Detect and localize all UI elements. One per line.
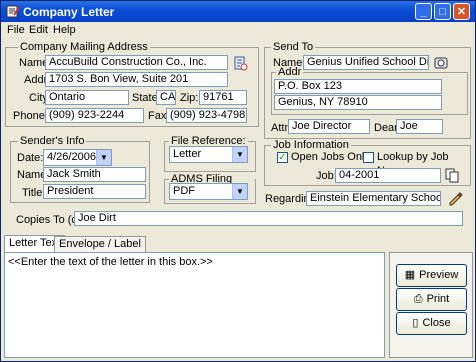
edit-pen-icon[interactable] <box>447 190 463 206</box>
sender-date-label: Date: <box>17 152 44 164</box>
adms-value: PDF <box>173 185 195 197</box>
window-title: Company Letter <box>23 5 115 19</box>
sendto-name-field[interactable]: Genius Unified School District <box>303 55 429 70</box>
menu-edit[interactable]: Edit <box>29 24 48 36</box>
door-icon: ▯ <box>412 317 419 329</box>
close-icon: ✕ <box>456 6 467 18</box>
print-button-label: Print <box>426 293 450 305</box>
title-bar[interactable]: Company Letter _ □ ✕ <box>1 1 475 22</box>
sender-title-label: Title: <box>22 187 46 199</box>
preview-icon: ▦ <box>404 269 416 281</box>
minimize-icon: _ <box>420 6 427 18</box>
letter-text-area[interactable]: <<Enter the text of the letter in this b… <box>4 252 385 358</box>
company-zip-field[interactable]: 91761 <box>199 90 247 105</box>
company-state-field[interactable]: CA <box>156 90 176 105</box>
company-letter-window: Company Letter _ □ ✕ File Edit Help Comp… <box>0 0 476 362</box>
contact-lookup-icon[interactable] <box>433 55 449 71</box>
sendto-addr-line1[interactable]: P.O. Box 123 <box>274 79 442 94</box>
company-city-field[interactable]: Ontario <box>45 90 129 105</box>
company-phone-label: Phone: <box>13 110 48 122</box>
chevron-down-icon[interactable]: ▼ <box>232 184 247 199</box>
dear-field[interactable]: Joe <box>396 119 443 134</box>
copies-to-field[interactable]: Joe Dirt <box>74 211 463 226</box>
regarding-field[interactable]: Einstein Elementary School <box>306 191 441 206</box>
maximize-icon: □ <box>439 6 446 18</box>
menu-bar: File Edit Help <box>1 22 475 38</box>
sendto-addr-line2[interactable]: Genius, NY 78910 <box>274 95 442 110</box>
close-window-button[interactable]: ✕ <box>453 3 470 20</box>
adms-select[interactable]: PDF ▼ <box>169 183 248 200</box>
chevron-down-icon[interactable]: ▼ <box>232 147 247 162</box>
file-reference-select[interactable]: Letter ▼ <box>169 146 248 163</box>
app-icon <box>5 4 20 19</box>
chevron-down-icon[interactable]: ▼ <box>96 150 111 165</box>
preview-button[interactable]: ▦ Preview <box>396 264 467 287</box>
open-jobs-label: Open Jobs Only <box>291 151 370 163</box>
minimize-button[interactable]: _ <box>415 3 432 20</box>
senders-info-label: Sender's Info <box>18 135 87 147</box>
sender-title-field[interactable]: President <box>43 184 146 199</box>
action-panel: ▦ Preview ⎙ Print ▯ Close <box>389 252 473 358</box>
close-button-label: Close <box>422 317 451 329</box>
tab-envelope-label[interactable]: Envelope / Label <box>54 236 146 253</box>
sender-date-picker[interactable]: 4/26/2006 ▼ <box>43 149 112 166</box>
company-name-field[interactable]: AccuBuild Construction Co., Inc. <box>45 55 228 70</box>
send-to-label: Send To <box>271 41 316 53</box>
lookup-by-name-checkbox[interactable] <box>363 152 374 163</box>
company-zip-label: Zip: <box>180 92 199 104</box>
preview-button-label: Preview <box>419 269 459 281</box>
attn-field[interactable]: Joe Director <box>288 119 370 134</box>
company-mailing-label: Company Mailing Address <box>18 41 150 53</box>
printer-icon: ⎙ <box>413 293 423 305</box>
sender-name-field[interactable]: Jack Smith <box>43 167 146 182</box>
company-phone-field[interactable]: (909) 923-2244 <box>45 108 144 123</box>
close-button[interactable]: ▯ Close <box>396 312 467 335</box>
menu-file[interactable]: File <box>7 24 25 36</box>
job-label: Job: <box>316 170 337 182</box>
copy-icon[interactable] <box>444 167 460 183</box>
address-book-icon[interactable] <box>232 55 248 71</box>
maximize-button[interactable]: □ <box>434 3 451 20</box>
job-field[interactable]: 04-2001 <box>335 168 441 183</box>
sendto-addr-label: Addr <box>276 66 304 78</box>
company-fax-field[interactable]: (909) 923-4798 <box>166 108 247 123</box>
sender-date-value: 4/26/2006 <box>47 151 96 163</box>
open-jobs-checkbox[interactable]: ✓ <box>277 152 288 163</box>
menu-help[interactable]: Help <box>53 24 76 36</box>
company-addr-field[interactable]: 1703 S. Bon View, Suite 201 <box>45 72 228 87</box>
print-button[interactable]: ⎙ Print <box>396 288 467 311</box>
file-reference-value: Letter <box>173 148 202 160</box>
